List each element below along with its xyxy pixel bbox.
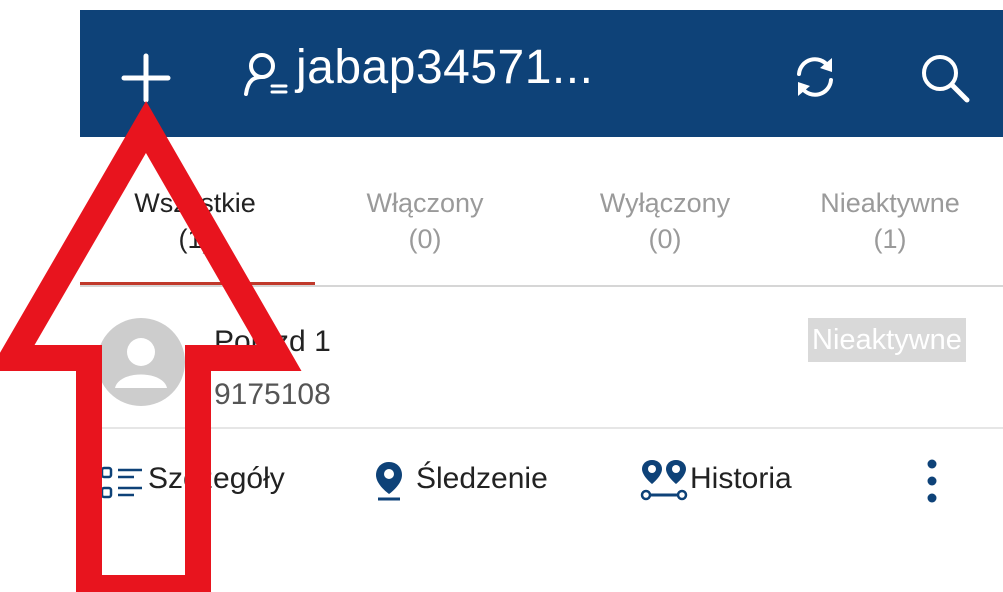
vehicle-name[interactable]: Pojazd 1 — [214, 325, 331, 359]
refresh-icon[interactable] — [790, 52, 840, 102]
tab-count: (1) — [178, 224, 212, 254]
tab-wszystkie[interactable]: Wszystkie (1) — [110, 185, 280, 257]
tab-wylaczony[interactable]: Wyłączony (0) — [570, 185, 760, 257]
history-button[interactable]: Historia — [690, 462, 792, 496]
plus-icon[interactable] — [118, 50, 174, 106]
details-button[interactable]: Szczegóły — [148, 462, 285, 496]
vehicle-number: 9175108 — [214, 378, 331, 411]
tab-count: (0) — [648, 224, 682, 254]
user-list-icon[interactable] — [240, 48, 296, 104]
tabs-divider — [80, 285, 1003, 287]
tab-label: Nieaktywne — [820, 188, 960, 218]
redaction-mask — [372, 376, 440, 410]
tab-label: Wyłączony — [599, 188, 731, 218]
route-history-icon[interactable] — [640, 458, 688, 502]
avatar — [97, 318, 185, 406]
status-tabs: Wszystkie (1) Włączony (0) Wyłączony (0)… — [80, 137, 1003, 287]
location-pin-icon[interactable] — [374, 460, 404, 502]
tab-label: Włączony — [366, 188, 484, 218]
tab-nieaktywne[interactable]: Nieaktywne (1) — [795, 185, 985, 257]
tab-label: Wszystkie — [134, 188, 256, 218]
tracking-button[interactable]: Śledzenie — [416, 462, 548, 496]
tab-count: (0) — [408, 224, 442, 254]
status-badge: Nieaktywne — [808, 318, 966, 362]
search-icon[interactable] — [915, 48, 975, 108]
person-icon — [115, 338, 167, 388]
row-divider — [80, 427, 1003, 429]
list-details-icon[interactable] — [100, 466, 144, 500]
tab-count: (1) — [873, 224, 907, 254]
tab-wlaczony[interactable]: Włączony (0) — [340, 185, 510, 257]
more-vertical-icon[interactable] — [922, 458, 942, 504]
page-title: jabap34571... — [296, 41, 594, 94]
